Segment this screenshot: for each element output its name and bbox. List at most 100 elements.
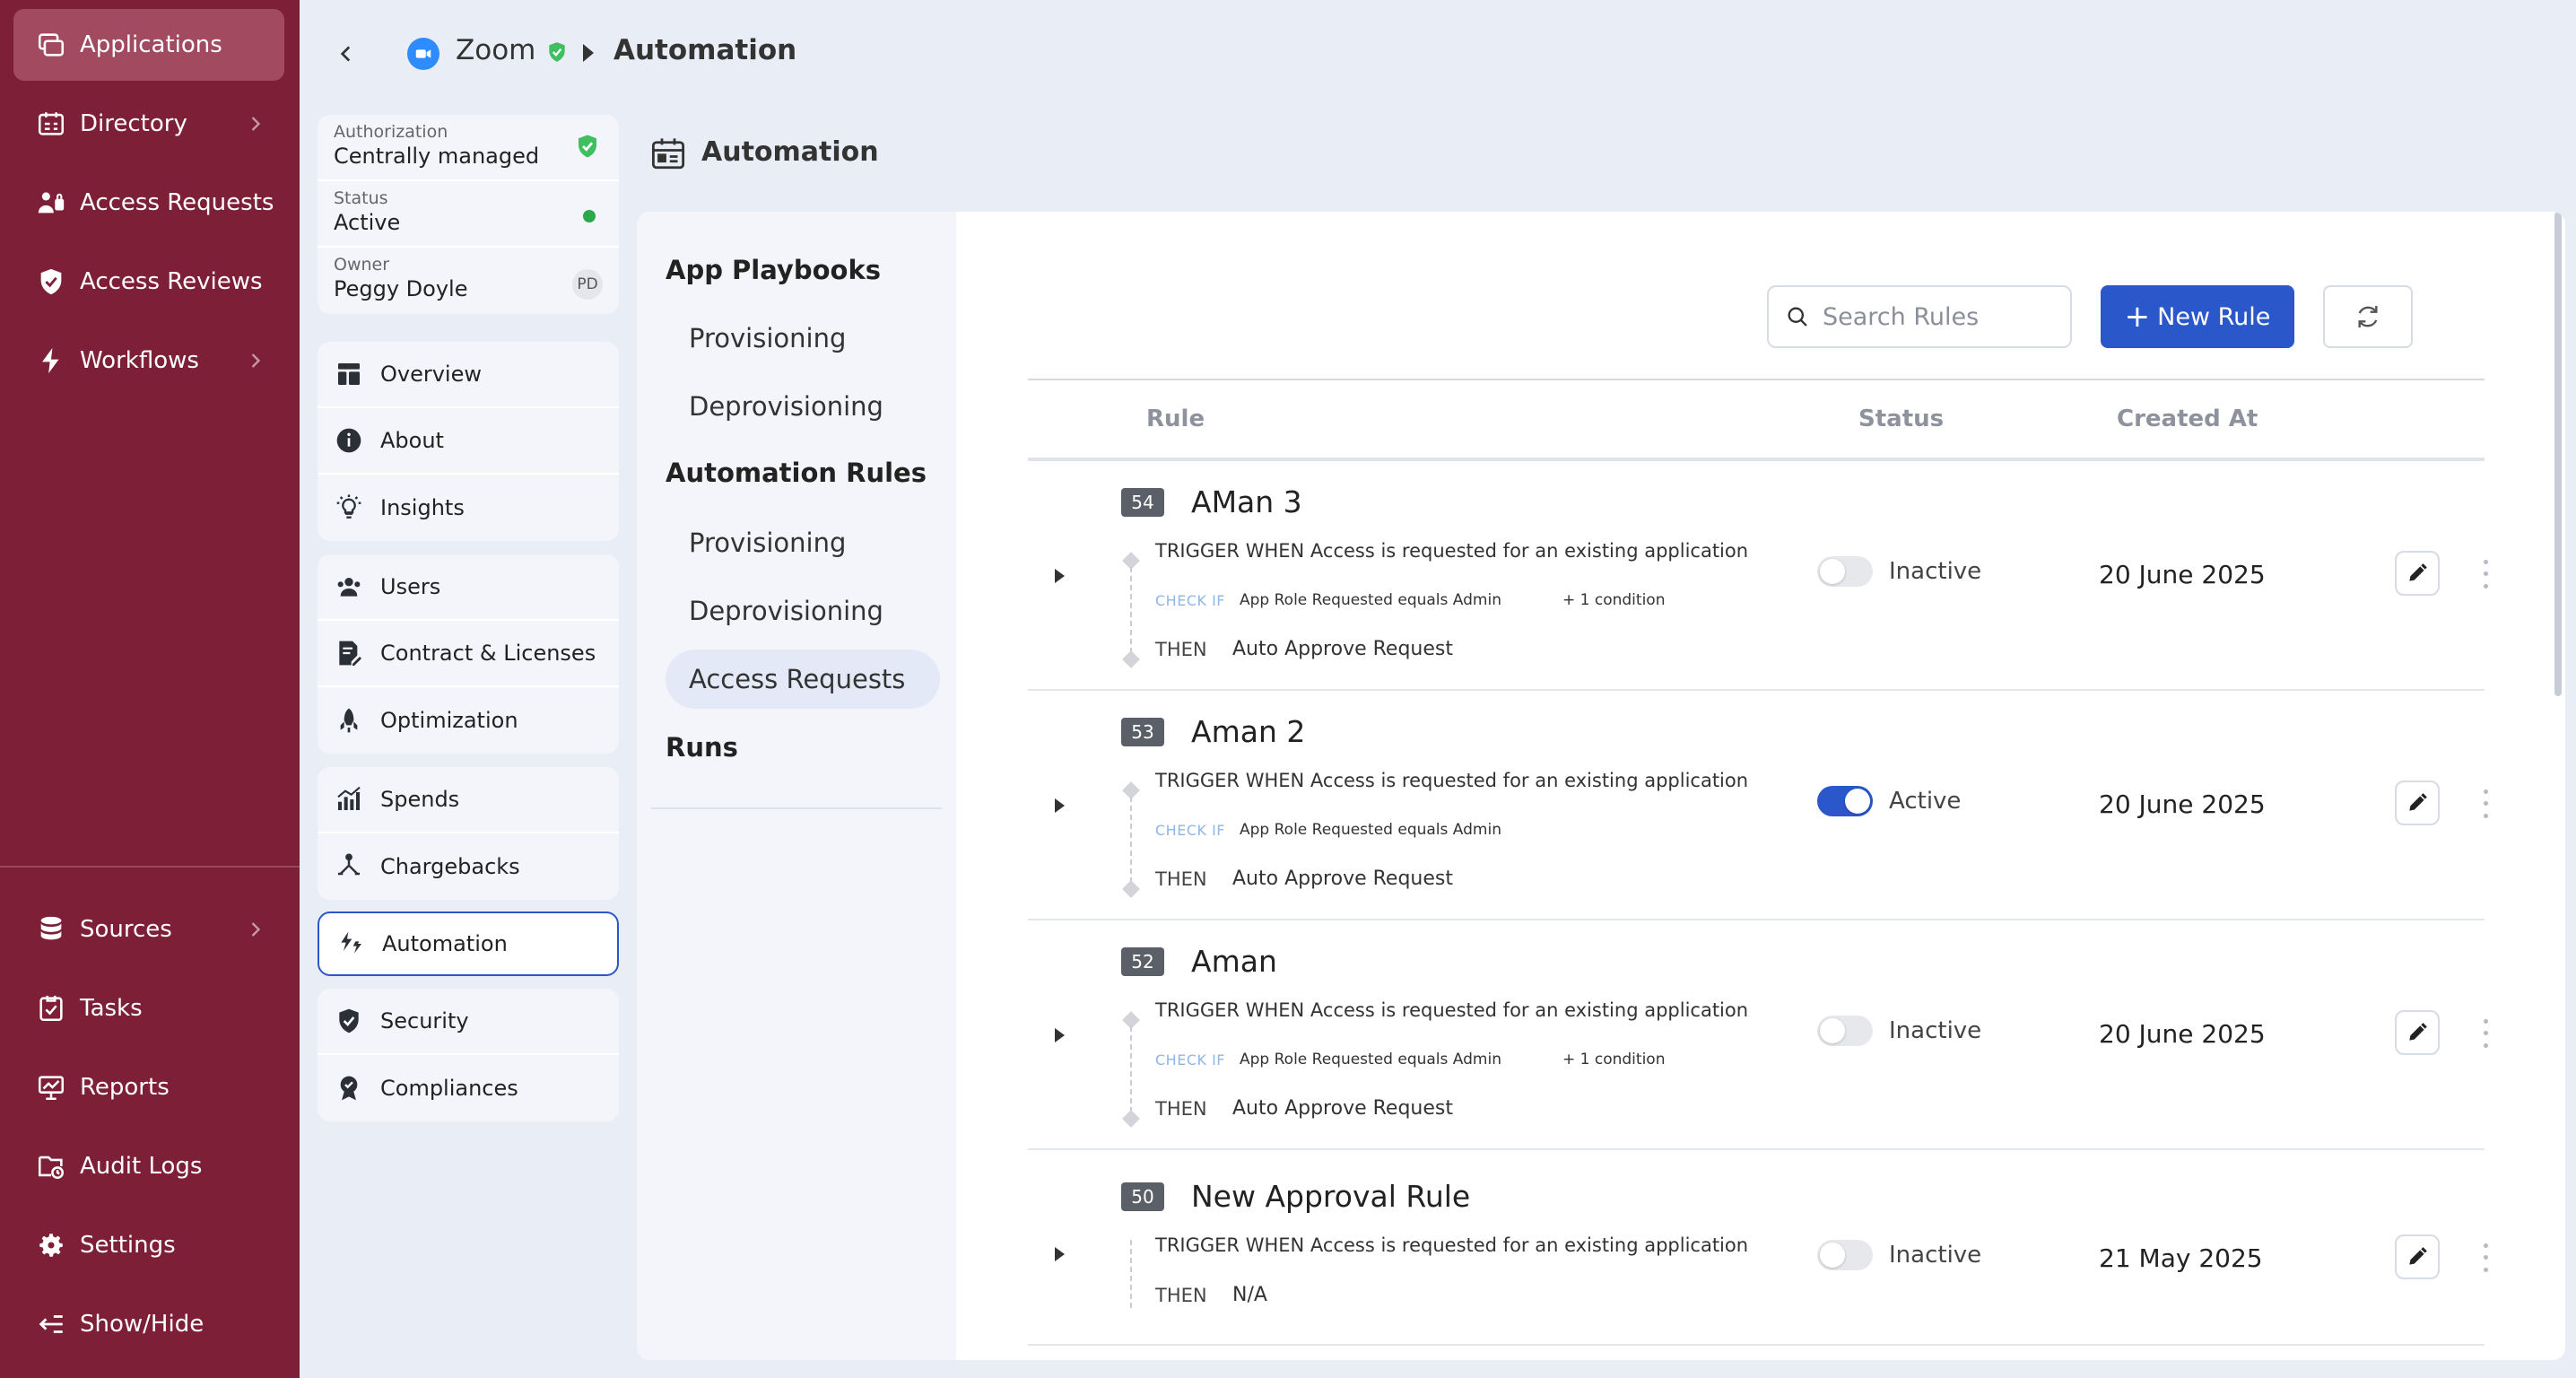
nav-show-hide[interactable]: Show/Hide: [13, 1288, 284, 1360]
nav-audit-logs[interactable]: Audit Logs: [13, 1130, 284, 1202]
expand-row-icon[interactable]: [1055, 1028, 1065, 1042]
column-header-created-at[interactable]: Created At: [2117, 406, 2258, 432]
nav-label: Settings: [80, 1232, 176, 1259]
back-button[interactable]: [328, 36, 364, 72]
pencil-icon: [2409, 1023, 2427, 1041]
status-toggle[interactable]: [1817, 786, 1873, 816]
flow-node-icon: [1122, 1110, 1140, 1128]
primary-sidebar: Applications Directory Access Requests A…: [0, 0, 300, 1378]
created-at: 20 June 2025: [2099, 1019, 2266, 1049]
nav-access-requests[interactable]: Access Requests: [13, 167, 284, 239]
app-nav-security[interactable]: Security: [318, 989, 619, 1055]
table-row[interactable]: 52 Aman TRIGGER WHEN Access is requested…: [1028, 920, 2488, 1150]
column-header-status[interactable]: Status: [1858, 406, 1944, 432]
nav-applications[interactable]: Applications: [13, 9, 284, 81]
nav-reports[interactable]: Reports: [13, 1051, 284, 1123]
status-label: Inactive: [1889, 1017, 1982, 1044]
edit-button[interactable]: [2395, 1010, 2440, 1055]
rule-name[interactable]: Aman: [1191, 944, 1277, 979]
nav-sources[interactable]: Sources: [13, 894, 284, 965]
rule-extra-conditions[interactable]: + 1 condition: [1562, 1051, 1665, 1068]
overview-icon: [334, 359, 364, 389]
app-nav-contract-licenses[interactable]: Contract & Licenses: [318, 621, 619, 687]
app-nav-automation[interactable]: Automation: [318, 911, 619, 976]
edit-button[interactable]: [2395, 781, 2440, 825]
nav-label: Applications: [80, 31, 222, 58]
expand-row-icon[interactable]: [1055, 798, 1065, 813]
owner-label: Owner: [334, 255, 390, 275]
status-label: Inactive: [1889, 558, 1982, 585]
nav-label: Reports: [80, 1074, 170, 1101]
nav-label: Show/Hide: [80, 1311, 205, 1338]
app-nav-optimization[interactable]: Optimization: [318, 687, 619, 754]
created-at: 20 June 2025: [2099, 789, 2266, 819]
table-row[interactable]: 53 Aman 2 TRIGGER WHEN Access is request…: [1028, 691, 2488, 920]
refresh-button[interactable]: [2323, 285, 2413, 348]
app-nav-chargebacks[interactable]: Chargebacks: [318, 833, 619, 900]
app-nav-label: Overview: [380, 362, 482, 387]
app-nav-overview[interactable]: Overview: [318, 342, 619, 408]
nav-label: Workflows: [80, 347, 199, 374]
reports-icon: [33, 1069, 69, 1105]
nav-label: Directory: [80, 110, 187, 137]
chevron-right-icon: [251, 353, 261, 368]
playbook-nav-app-deprovisioning[interactable]: Deprovisioning: [666, 377, 940, 436]
app-nav-users[interactable]: Users: [318, 554, 619, 621]
flow-line: [1130, 1026, 1132, 1121]
nav-workflows[interactable]: Workflows: [13, 325, 284, 397]
app-nav-compliances[interactable]: Compliances: [318, 1055, 619, 1121]
expand-row-icon[interactable]: [1055, 1247, 1065, 1261]
playbook-nav-rules-deprovisioning[interactable]: Deprovisioning: [666, 581, 940, 641]
playbook-nav-rules-access-requests[interactable]: Access Requests: [666, 650, 940, 709]
rule-name[interactable]: New Approval Rule: [1191, 1179, 1470, 1214]
status-toggle[interactable]: [1817, 556, 1873, 587]
search-box[interactable]: [1767, 285, 2072, 348]
automation-panel: App Playbooks Provisioning Deprovisionin…: [637, 212, 2565, 1360]
nav-access-reviews[interactable]: Access Reviews: [13, 246, 284, 318]
status-toggle[interactable]: [1817, 1016, 1873, 1046]
nav-tasks[interactable]: Tasks: [13, 972, 284, 1044]
more-options-icon[interactable]: [2479, 786, 2492, 822]
column-header-rule[interactable]: Rule: [1146, 406, 1205, 432]
more-options-icon[interactable]: [2479, 556, 2492, 592]
nav-label: Tasks: [80, 995, 143, 1022]
app-nav-group-3: Spends Chargebacks: [318, 767, 619, 900]
edit-button[interactable]: [2395, 1234, 2440, 1279]
rule-extra-conditions[interactable]: + 1 condition: [1562, 591, 1665, 609]
app-nav-automation-row[interactable]: Automation: [319, 913, 617, 974]
playbook-nav-app-provisioning[interactable]: Provisioning: [666, 309, 940, 368]
rule-trigger: TRIGGER WHEN Access is requested for an …: [1155, 540, 1749, 562]
playbook-nav-app-playbooks[interactable]: App Playbooks: [666, 255, 881, 285]
app-nav-spends[interactable]: Spends: [318, 767, 619, 833]
table-row[interactable]: 54 AMan 3 TRIGGER WHEN Access is request…: [1028, 461, 2488, 691]
refresh-icon: [2358, 306, 2378, 327]
nav-directory[interactable]: Directory: [13, 88, 284, 160]
status-toggle[interactable]: [1817, 1240, 1873, 1270]
new-rule-button[interactable]: + New Rule: [2101, 285, 2294, 348]
flow-node-icon: [1122, 650, 1140, 668]
rule-check-label: CHECK IF: [1155, 592, 1225, 609]
authorization-label: Authorization: [334, 122, 448, 142]
rule-name[interactable]: AMan 3: [1191, 484, 1302, 519]
nav-label: Sources: [80, 916, 172, 943]
rule-condition: App Role Requested equals Admin: [1240, 821, 1501, 839]
vertical-scrollbar[interactable]: [2554, 212, 2562, 696]
breadcrumb-app[interactable]: Zoom: [456, 34, 535, 66]
app-nav-label: Compliances: [380, 1076, 518, 1101]
expand-row-icon[interactable]: [1055, 569, 1065, 583]
nav-settings[interactable]: Settings: [13, 1209, 284, 1281]
rule-name[interactable]: Aman 2: [1191, 714, 1305, 749]
more-options-icon[interactable]: [2479, 1016, 2492, 1051]
playbook-nav-rules-provisioning[interactable]: Provisioning: [666, 513, 940, 572]
app-nav-insights[interactable]: Insights: [318, 475, 619, 541]
edit-button[interactable]: [2395, 551, 2440, 596]
more-options-icon[interactable]: [2479, 1240, 2492, 1276]
rule-then-label: THEN: [1155, 1098, 1207, 1120]
playbook-nav-automation-rules[interactable]: Automation Rules: [666, 458, 927, 488]
playbook-nav-runs[interactable]: Runs: [666, 732, 738, 763]
table-row[interactable]: 50 New Approval Rule TRIGGER WHEN Access…: [1028, 1150, 2488, 1346]
app-nav-about[interactable]: About: [318, 408, 619, 475]
flow-line: [1130, 567, 1132, 662]
search-input[interactable]: [1823, 302, 2056, 331]
app-nav-label: Users: [380, 574, 441, 599]
